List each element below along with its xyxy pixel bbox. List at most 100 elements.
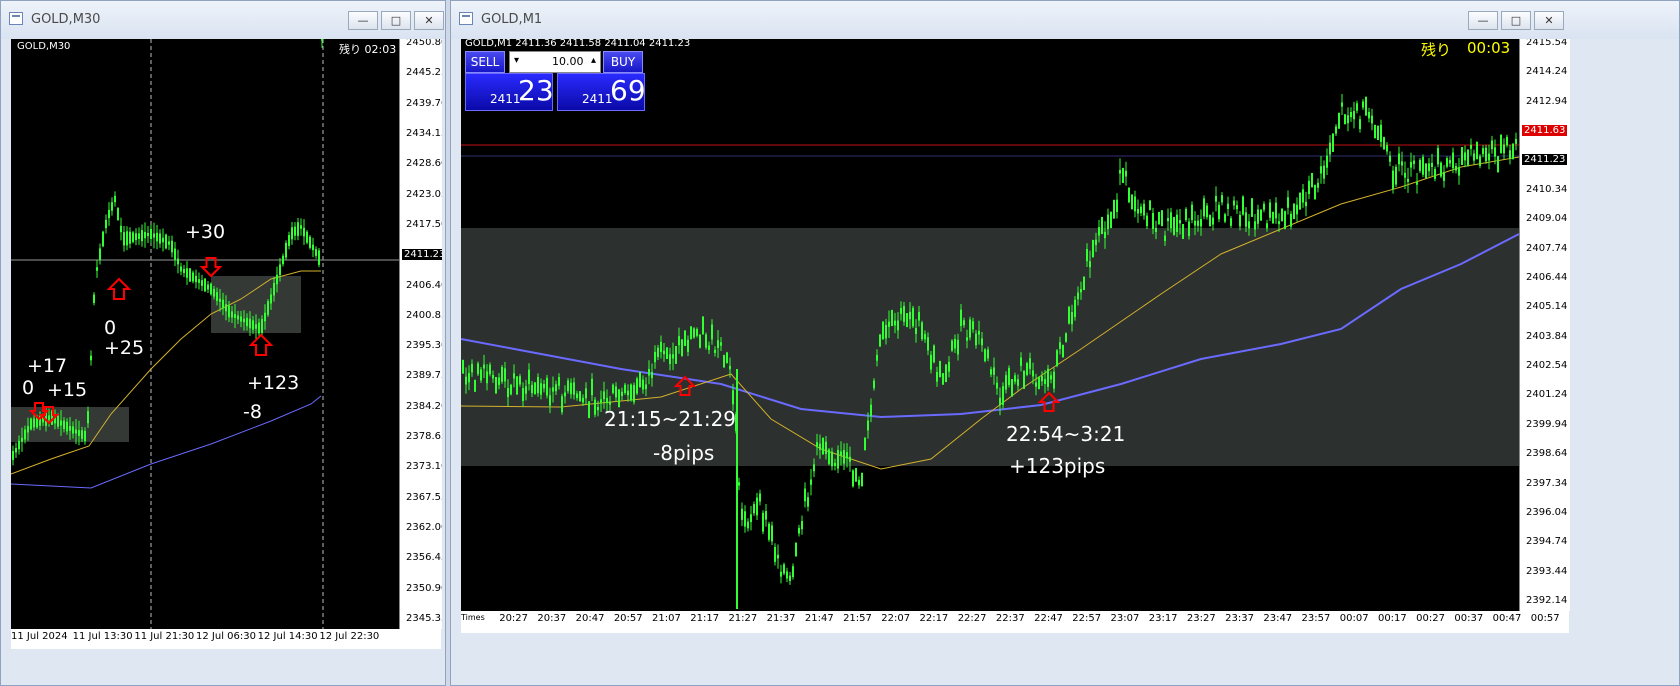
right-remaining-label: 残り xyxy=(1421,41,1452,59)
candle-body xyxy=(948,361,950,372)
candle-body xyxy=(1308,180,1310,195)
price-tick-label: 2356.45 xyxy=(406,552,442,564)
candle-body xyxy=(630,384,632,401)
candle-body xyxy=(519,376,521,385)
candle-body xyxy=(525,386,527,394)
candle-body xyxy=(1497,156,1499,173)
time-tick-label: 20:37 xyxy=(537,613,567,624)
bid-price-button[interactable]: 2411 23 xyxy=(465,73,554,111)
candle-body xyxy=(915,327,917,334)
candle-body xyxy=(141,229,143,242)
candle-body xyxy=(300,225,302,229)
candle-body xyxy=(930,354,932,370)
candle-body xyxy=(1158,211,1160,225)
left-window-titlebar[interactable]: GOLD,M30 — □ ✕ xyxy=(1,1,445,39)
candle-body xyxy=(276,274,278,285)
candle-body xyxy=(1440,162,1442,177)
close-button[interactable]: ✕ xyxy=(414,11,444,30)
right-time-axis[interactable]: Times 20:27 20:37 20:47 20:57 21:07 21:17 21:27… xyxy=(461,611,1569,633)
candle-body xyxy=(1314,184,1316,200)
candle-body xyxy=(1449,160,1451,164)
candle-body xyxy=(1224,214,1226,222)
candle-body xyxy=(1116,199,1118,212)
lot-down-arrow-icon[interactable]: ▾ xyxy=(514,55,519,66)
candle-body xyxy=(1257,209,1259,224)
candle-body xyxy=(816,442,818,448)
time-tick-label: 23:37 xyxy=(1225,613,1254,624)
candle-body xyxy=(645,384,647,390)
candle-body xyxy=(690,326,692,340)
candle-body xyxy=(171,240,173,253)
candle-body xyxy=(1452,152,1454,169)
candle-body xyxy=(312,244,314,251)
buy-button[interactable]: BUY xyxy=(603,51,643,73)
time-tick-label: 23:07 xyxy=(1110,613,1140,624)
left-chart-canvas[interactable]: GOLD,M30 残り 02:03 +17 0 +15 0 +25 +30 +1… xyxy=(11,39,399,629)
candle-body xyxy=(924,333,926,340)
maximize-button[interactable]: □ xyxy=(1501,11,1531,30)
candle-body xyxy=(1017,379,1019,386)
candle-body xyxy=(906,313,908,328)
right-window-titlebar[interactable]: GOLD,M1 — □ ✕ xyxy=(451,1,1679,39)
time-tick-label: Times xyxy=(461,613,485,622)
candle-body xyxy=(1416,181,1418,185)
candle-body xyxy=(1002,386,1004,405)
candle-body xyxy=(1020,357,1022,366)
left-price-axis[interactable]: 2450.80 2445.25 2439.70 2434.15 2428.60 2423.… xyxy=(399,39,442,629)
candle-body xyxy=(1122,167,1124,183)
candle-body xyxy=(663,350,665,355)
annotation-plus15: +15 xyxy=(47,379,88,401)
lot-size-field[interactable]: ▾ 10.00 ▴ xyxy=(509,51,601,73)
sell-button[interactable]: SELL xyxy=(465,51,505,73)
candle-body xyxy=(1371,115,1373,124)
candle-body xyxy=(294,226,296,236)
candle-body xyxy=(717,340,719,348)
candle-body xyxy=(588,401,590,419)
candle-body xyxy=(1221,195,1223,203)
ask-price-button[interactable]: 2411 69 xyxy=(557,73,646,111)
lot-up-arrow-icon[interactable]: ▴ xyxy=(591,55,596,66)
left-time-axis[interactable]: 11 Jul 2024 11 Jul 13:30 11 Jul 21:30 12 Ju… xyxy=(11,629,441,649)
candle-body xyxy=(234,314,236,318)
candle-body xyxy=(492,374,494,379)
price-tick-label: 2395.30 xyxy=(406,340,442,352)
minimize-button[interactable]: — xyxy=(348,11,378,30)
right-price-axis[interactable]: 2415.54 2414.24 2412.94 2411.63 2411.23 2410.… xyxy=(1519,39,1570,611)
candle-body xyxy=(615,386,617,398)
candle-body xyxy=(582,397,584,403)
minimize-button[interactable]: — xyxy=(1468,11,1498,30)
candle-body xyxy=(462,359,464,374)
time-tick-label: 21:57 xyxy=(843,613,872,624)
price-tick-label: 2402.54 xyxy=(1526,360,1568,372)
candle-body xyxy=(849,456,851,462)
candle-body xyxy=(1293,203,1295,220)
price-tick-label: 2396.04 xyxy=(1526,506,1568,518)
candle-body xyxy=(939,360,941,378)
candle-body xyxy=(1065,333,1067,342)
candle-body xyxy=(1455,166,1457,171)
candle-body xyxy=(684,330,686,347)
candle-body xyxy=(126,231,128,246)
candle-body xyxy=(150,228,152,240)
candle-body xyxy=(1386,145,1388,152)
candle-body xyxy=(546,377,548,396)
candle-body xyxy=(993,367,995,375)
candle-body xyxy=(210,283,212,295)
candle-body xyxy=(267,301,269,315)
right-chart-window[interactable]: GOLD,M1 — □ ✕ GOLD,M1 2411.36 2411.58 24… xyxy=(450,0,1680,686)
time-tick-label: 20:47 xyxy=(575,613,605,624)
lot-size-value: 10.00 xyxy=(552,55,584,68)
candle-body xyxy=(258,322,260,334)
maximize-button[interactable]: □ xyxy=(381,11,411,30)
close-button[interactable]: ✕ xyxy=(1534,11,1564,30)
candle-body xyxy=(1254,221,1256,230)
candle-body xyxy=(1281,208,1283,221)
chart-window-icon xyxy=(459,12,473,25)
candle-body xyxy=(168,241,170,245)
candle-body xyxy=(516,376,518,395)
left-chart-window[interactable]: GOLD,M30 — □ ✕ GOLD,M30 残り 02:03 +17 0 +… xyxy=(0,0,446,686)
right-chart-canvas[interactable]: GOLD,M1 2411.36 2411.58 2411.04 2411.23 … xyxy=(461,39,1519,611)
candle-body xyxy=(1272,212,1274,224)
candle-body xyxy=(1164,235,1166,241)
candle-body xyxy=(102,231,104,247)
